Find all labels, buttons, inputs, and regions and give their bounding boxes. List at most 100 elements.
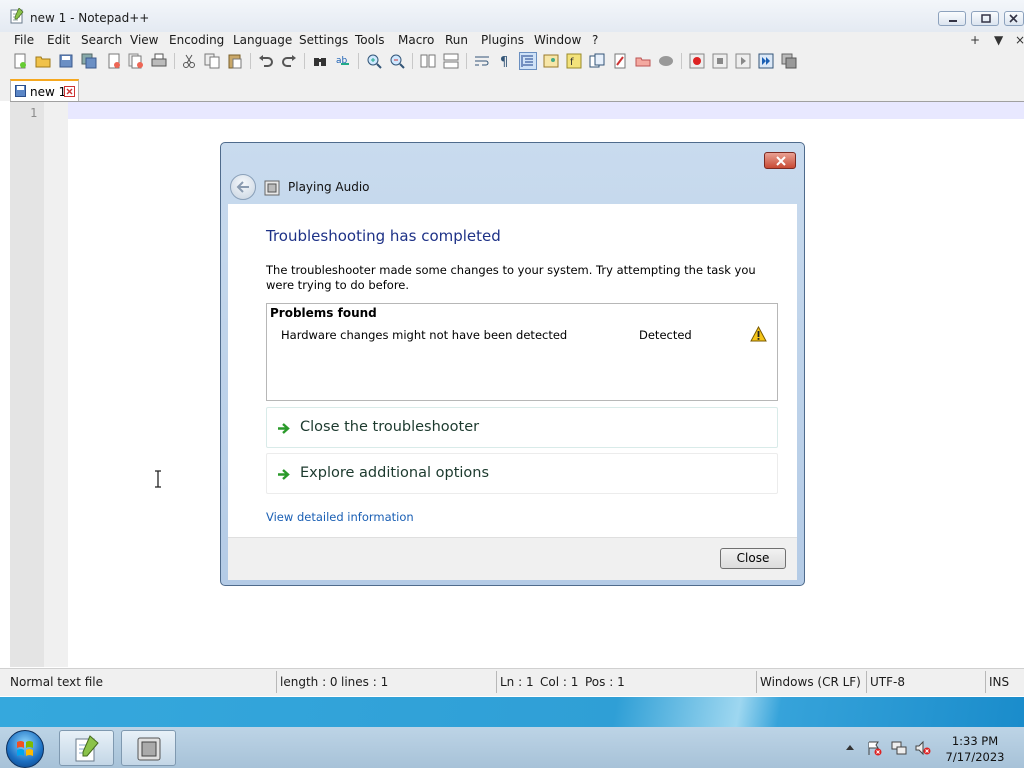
close-icon[interactable] bbox=[106, 53, 122, 69]
menu-plugins[interactable]: Plugins bbox=[481, 33, 524, 47]
status-divider bbox=[985, 671, 986, 693]
status-divider bbox=[496, 671, 497, 693]
status-encoding: UTF-8 bbox=[870, 675, 905, 689]
status-divider bbox=[276, 671, 277, 693]
menu-encoding[interactable]: Encoding bbox=[169, 33, 224, 47]
new-file-icon[interactable] bbox=[12, 53, 28, 69]
close-troubleshooter-option[interactable]: Close the troubleshooter bbox=[266, 407, 778, 448]
menu-help[interactable]: ? bbox=[592, 33, 598, 47]
doc-map-icon[interactable] bbox=[543, 53, 559, 69]
tab-list-button[interactable]: ▼ bbox=[994, 33, 1003, 47]
folder-workspace-icon[interactable] bbox=[589, 53, 605, 69]
toolbar-separator bbox=[466, 53, 467, 69]
show-hidden-icons-icon[interactable] bbox=[845, 743, 855, 751]
zoom-out-icon[interactable] bbox=[389, 53, 405, 69]
tab-close-icon[interactable] bbox=[64, 86, 75, 97]
window-title: new 1 - Notepad++ bbox=[30, 11, 150, 25]
sync-horizontal-icon[interactable] bbox=[443, 53, 459, 69]
menu-tools[interactable]: Tools bbox=[355, 33, 385, 47]
start-button[interactable] bbox=[6, 730, 44, 768]
folder-icon[interactable] bbox=[635, 53, 651, 69]
line-number-margin: 1 bbox=[10, 102, 44, 667]
network-icon[interactable] bbox=[891, 740, 907, 756]
open-file-icon[interactable] bbox=[35, 53, 51, 69]
close-button[interactable]: Close bbox=[720, 548, 786, 569]
print-icon[interactable] bbox=[151, 53, 167, 69]
menu-run[interactable]: Run bbox=[445, 33, 468, 47]
close-icon bbox=[1009, 14, 1018, 23]
menu-search[interactable]: Search bbox=[81, 33, 122, 47]
volume-muted-icon[interactable] bbox=[915, 740, 931, 756]
view-detailed-information-link[interactable]: View detailed information bbox=[266, 510, 414, 524]
explore-options-option[interactable]: Explore additional options bbox=[266, 453, 778, 494]
sync-vertical-icon[interactable] bbox=[420, 53, 436, 69]
run-macro-multiple-icon[interactable] bbox=[758, 53, 774, 69]
save-all-icon[interactable] bbox=[81, 53, 97, 69]
play-macro-icon[interactable] bbox=[735, 53, 751, 69]
notepadpp-app-icon bbox=[10, 8, 24, 24]
comment-icon[interactable] bbox=[658, 53, 674, 69]
status-ln: Ln : 1 bbox=[500, 675, 534, 689]
zoom-in-icon[interactable] bbox=[366, 53, 382, 69]
explore-options-label: Explore additional options bbox=[300, 465, 490, 481]
maximize-button[interactable] bbox=[971, 11, 999, 26]
clock-date: 7/17/2023 bbox=[945, 750, 1005, 764]
undo-icon[interactable] bbox=[258, 53, 274, 69]
windows-logo-icon bbox=[17, 741, 33, 756]
app-titlebar: new 1 - Notepad++ bbox=[0, 0, 1024, 32]
troubleshooter-icon bbox=[264, 180, 280, 196]
find-icon[interactable] bbox=[312, 53, 328, 69]
toolbar-separator bbox=[681, 53, 682, 69]
word-wrap-icon[interactable] bbox=[474, 53, 490, 69]
troubleshooter-dialog: Playing Audio Troubleshooting has comple… bbox=[220, 142, 805, 586]
function-list-icon[interactable]: f bbox=[566, 53, 582, 69]
clock-time: 1:33 PM bbox=[951, 734, 999, 748]
menu-macro[interactable]: Macro bbox=[398, 33, 434, 47]
menu-edit[interactable]: Edit bbox=[47, 33, 70, 47]
line-number: 1 bbox=[30, 106, 38, 120]
system-clock[interactable]: 1:33 PM 7/17/2023 bbox=[940, 733, 1010, 765]
save-macro-icon[interactable] bbox=[781, 53, 797, 69]
toolbar-separator bbox=[412, 53, 413, 69]
desktop-wallpaper-strip bbox=[0, 697, 1024, 727]
back-button[interactable] bbox=[230, 174, 256, 200]
monitoring-icon[interactable] bbox=[612, 53, 628, 69]
taskbar-notepadpp-button[interactable] bbox=[59, 730, 114, 766]
indent-guide-icon[interactable] bbox=[519, 52, 537, 70]
svg-text:¶: ¶ bbox=[500, 55, 508, 69]
menu-window[interactable]: Window bbox=[534, 33, 581, 47]
toolbar: ab ¶ f bbox=[0, 49, 1024, 73]
minimize-button[interactable] bbox=[938, 11, 966, 26]
copy-icon[interactable] bbox=[204, 53, 220, 69]
menu-view[interactable]: View bbox=[130, 33, 158, 47]
menu-language[interactable]: Language bbox=[233, 33, 292, 47]
action-center-icon[interactable] bbox=[866, 740, 882, 756]
dialog-close-button[interactable] bbox=[764, 152, 796, 169]
status-length: length : 0 bbox=[280, 675, 338, 689]
replace-icon[interactable]: ab bbox=[335, 53, 351, 69]
cut-icon[interactable] bbox=[181, 53, 197, 69]
close-tab-button[interactable]: × bbox=[1015, 33, 1024, 47]
back-arrow-icon bbox=[236, 181, 249, 193]
status-insert-mode: INS bbox=[989, 675, 1010, 689]
show-all-chars-icon[interactable]: ¶ bbox=[497, 53, 513, 69]
record-macro-icon[interactable] bbox=[689, 53, 705, 69]
close-window-button[interactable] bbox=[1004, 11, 1024, 26]
tab-label: new 1 bbox=[30, 85, 67, 99]
dialog-content: Troubleshooting has completed The troubl… bbox=[228, 204, 797, 537]
toolbar-separator bbox=[304, 53, 305, 69]
save-icon[interactable] bbox=[58, 53, 74, 69]
menu-bar: File Edit Search View Encoding Language … bbox=[0, 32, 1024, 49]
tab-new-1[interactable]: new 1 bbox=[10, 79, 79, 101]
close-all-icon[interactable] bbox=[128, 53, 144, 69]
dialog-description: The troubleshooter made some changes to … bbox=[266, 263, 756, 292]
redo-icon[interactable] bbox=[281, 53, 297, 69]
taskbar-troubleshooter-button[interactable] bbox=[121, 730, 176, 766]
troubleshooter-icon bbox=[137, 737, 161, 761]
new-tab-button[interactable]: + bbox=[970, 33, 980, 47]
toolbar-separator bbox=[250, 53, 251, 69]
menu-settings[interactable]: Settings bbox=[299, 33, 348, 47]
paste-icon[interactable] bbox=[227, 53, 243, 69]
stop-macro-icon[interactable] bbox=[712, 53, 728, 69]
menu-file[interactable]: File bbox=[14, 33, 34, 47]
